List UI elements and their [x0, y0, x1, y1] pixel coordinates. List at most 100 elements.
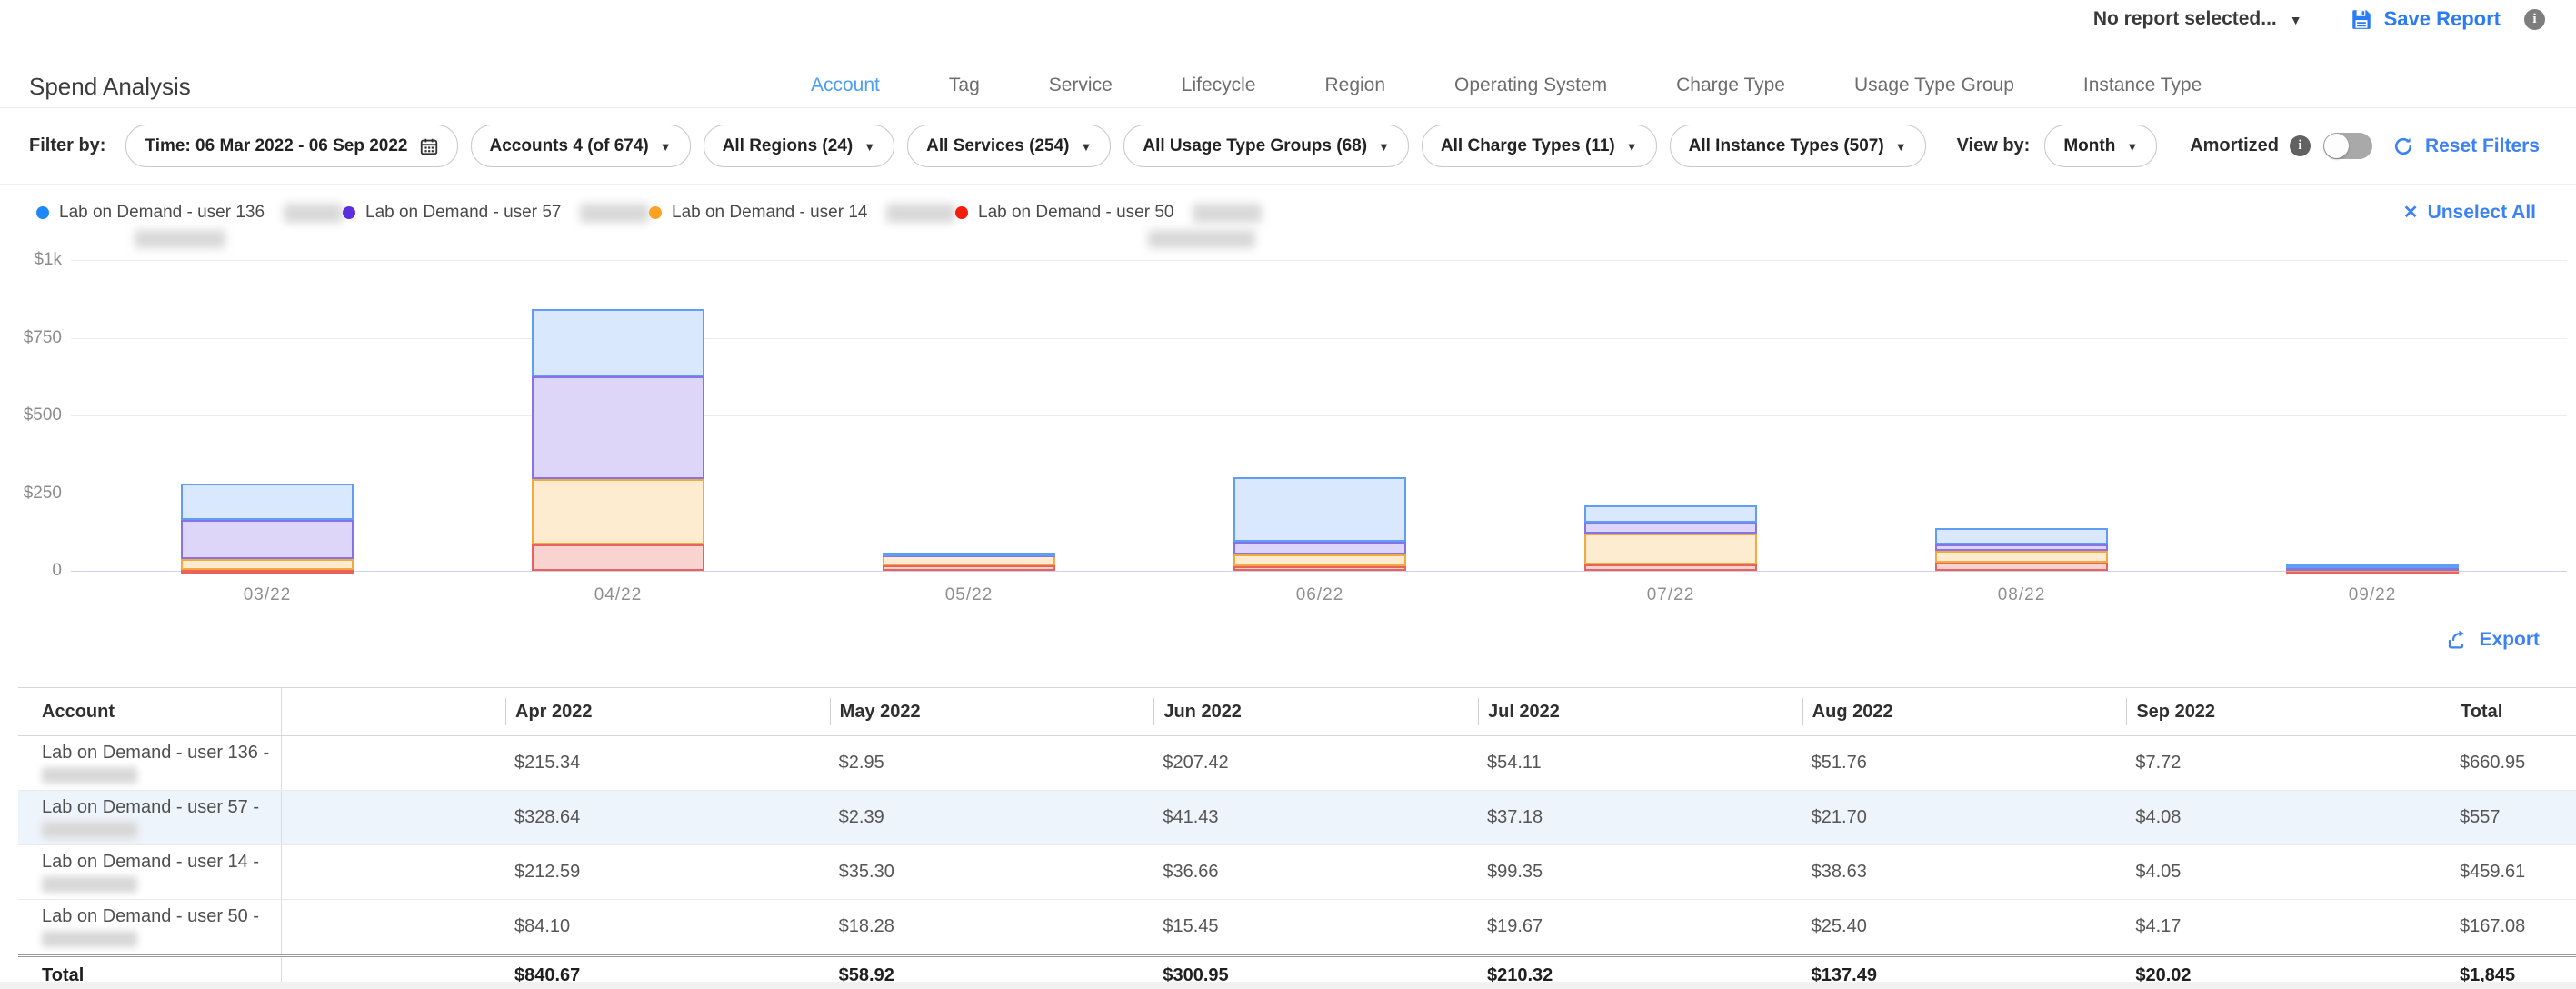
account-name: Lab on Demand - user 50 -: [42, 906, 281, 927]
bar-segment[interactable]: [532, 376, 704, 478]
info-icon[interactable]: i: [2524, 9, 2545, 30]
bar-segment[interactable]: [1935, 551, 2108, 563]
filter-pill-all[interactable]: All Usage Type Groups (68) ▼: [1123, 125, 1409, 167]
export-icon: [2446, 629, 2468, 651]
view-by-label: View by:: [1957, 135, 2031, 156]
save-report-label: Save Report: [2384, 7, 2501, 31]
legend-item-label: Lab on Demand - user 50: [978, 203, 1173, 223]
bar-segment[interactable]: [883, 553, 1055, 556]
bar-segment[interactable]: [181, 484, 354, 520]
bar-segment[interactable]: [532, 309, 704, 376]
filter-pill-label: All Usage Type Groups (68): [1143, 136, 1367, 156]
redacted-text: [886, 204, 955, 223]
legend-item-1[interactable]: Lab on Demand - user 136: [36, 203, 343, 223]
y-axis-tick-label: 0: [7, 561, 62, 581]
value-cell: $21.70: [1802, 807, 2127, 828]
value-cell: $207.42: [1153, 753, 1478, 774]
bar-segment[interactable]: [1233, 566, 1406, 571]
reset-filters-button[interactable]: Reset Filters: [2392, 135, 2540, 157]
y-axis-tick-label: $250: [7, 484, 62, 504]
table-row[interactable]: Lab on Demand - user 14 -$212.59$35.30$3…: [18, 845, 2576, 900]
value-cell: $38.63: [1802, 862, 2127, 883]
chevron-down-icon: ▼: [1378, 140, 1390, 154]
column-header-month[interactable]: Sep 2022: [2126, 698, 2451, 725]
tab-usage-type-group[interactable]: Usage Type Group: [1854, 75, 2014, 96]
column-header-month[interactable]: Apr 2022: [505, 698, 830, 725]
filter-pill-time[interactable]: Time: 06 Mar 2022 - 06 Sep 2022: [125, 125, 457, 167]
tab-operating-system[interactable]: Operating System: [1454, 75, 1607, 96]
table-row[interactable]: Lab on Demand - user 57 -$328.64$2.39$41…: [18, 791, 2576, 845]
table-row[interactable]: Lab on Demand - user 50 -$84.10$18.28$15…: [18, 900, 2576, 954]
column-header-month[interactable]: Jul 2022: [1478, 698, 1802, 725]
filter-pill-all[interactable]: All Services (254)▼: [907, 125, 1111, 167]
bar-segment[interactable]: [1584, 505, 1757, 523]
gridline-750: [71, 338, 2567, 339]
reset-filters-label: Reset Filters: [2425, 135, 2540, 157]
export-button[interactable]: Export: [2446, 629, 2540, 651]
bar-segment[interactable]: [532, 544, 704, 571]
chevron-down-icon: ▼: [2290, 13, 2302, 27]
redacted-text: [42, 931, 137, 947]
legend-item-3[interactable]: Lab on Demand - user 14: [649, 203, 955, 223]
account-cell: Lab on Demand - user 14 -: [18, 845, 282, 899]
redacted-text: [1148, 230, 1255, 248]
bar-segment[interactable]: [1935, 544, 2108, 551]
export-row: Export: [2446, 629, 2540, 651]
bar-segment[interactable]: [1584, 534, 1757, 564]
value-cell: $215.34: [505, 753, 830, 774]
bar-segment[interactable]: [181, 520, 354, 559]
value-cell: $36.66: [1153, 862, 1478, 883]
filter-by-label: Filter by:: [29, 135, 105, 156]
tab-service[interactable]: Service: [1049, 75, 1113, 96]
row-total-cell: $167.08: [2451, 916, 2576, 937]
bar-segment[interactable]: [1584, 523, 1757, 534]
unselect-all-button[interactable]: ✕ Unselect All: [2403, 201, 2536, 224]
tab-account[interactable]: Account: [811, 75, 880, 96]
tab-instance-type[interactable]: Instance Type: [2083, 75, 2202, 96]
bar-segment[interactable]: [1233, 477, 1406, 542]
bar-segment[interactable]: [181, 570, 354, 574]
tab-region[interactable]: Region: [1324, 75, 1385, 96]
bar-segment[interactable]: [1233, 554, 1406, 566]
bar-segment[interactable]: [1233, 542, 1406, 554]
filter-pill-all[interactable]: All Regions (24)▼: [704, 125, 894, 167]
info-icon[interactable]: i: [2290, 135, 2311, 156]
gridline-500: [71, 415, 2567, 416]
bar-segment[interactable]: [1935, 528, 2108, 544]
value-cell: $2.95: [830, 753, 1154, 774]
legend-item-2[interactable]: Lab on Demand - user 57: [343, 203, 649, 223]
bar-segment[interactable]: [532, 479, 704, 545]
reset-icon: [2392, 135, 2414, 157]
legend-dot-icon: [955, 206, 968, 219]
bar-segment[interactable]: [181, 559, 354, 570]
amortized-toggle[interactable]: [2323, 133, 2372, 159]
legend-item-label: Lab on Demand - user 14: [672, 203, 867, 223]
tab-bar: Account Tag Service Lifecycle Region Operatin…: [811, 75, 2202, 96]
column-header-month[interactable]: Aug 2022: [1802, 698, 2127, 725]
tab-lifecycle[interactable]: Lifecycle: [1182, 75, 1256, 96]
save-report-button[interactable]: Save Report: [2350, 7, 2501, 31]
view-by-dropdown[interactable]: Month ▼: [2044, 125, 2157, 167]
filter-pill-accounts[interactable]: Accounts 4 (of 674)▼: [471, 125, 691, 167]
legend-row: Lab on Demand - user 136Lab on Demand - …: [0, 186, 2576, 252]
filter-bar: Filter by: Time: 06 Mar 2022 - 06 Sep 20…: [0, 108, 2576, 185]
value-cell: $212.59: [505, 862, 830, 883]
horizontal-scrollbar[interactable]: [0, 982, 2576, 989]
tab-tag[interactable]: Tag: [949, 75, 980, 96]
value-cell: $99.35: [1478, 862, 1802, 883]
bar-segment[interactable]: [2286, 564, 2459, 568]
filter-pill-all[interactable]: All Instance Types (507)▼: [1670, 125, 1926, 167]
filter-pill-label: Accounts 4 (of 674): [490, 136, 649, 156]
bar-segment[interactable]: [1584, 564, 1757, 571]
bar-segment[interactable]: [1935, 563, 2108, 571]
filter-pill-all[interactable]: All Charge Types (11)▼: [1422, 125, 1657, 167]
report-selector-dropdown[interactable]: No report selected... ▼: [2093, 8, 2302, 30]
tab-charge-type[interactable]: Charge Type: [1676, 75, 1785, 96]
bar-segment[interactable]: [883, 565, 1055, 571]
table-row[interactable]: Lab on Demand - user 136 -$215.34$2.95$2…: [18, 736, 2576, 791]
column-header-month[interactable]: May 2022: [830, 698, 1154, 725]
column-header-month[interactable]: Jun 2022: [1153, 698, 1478, 725]
legend-item-4[interactable]: Lab on Demand - user 50: [955, 203, 1262, 223]
value-cell: $4.17: [2126, 916, 2451, 937]
value-cell: $35.30: [830, 862, 1154, 883]
